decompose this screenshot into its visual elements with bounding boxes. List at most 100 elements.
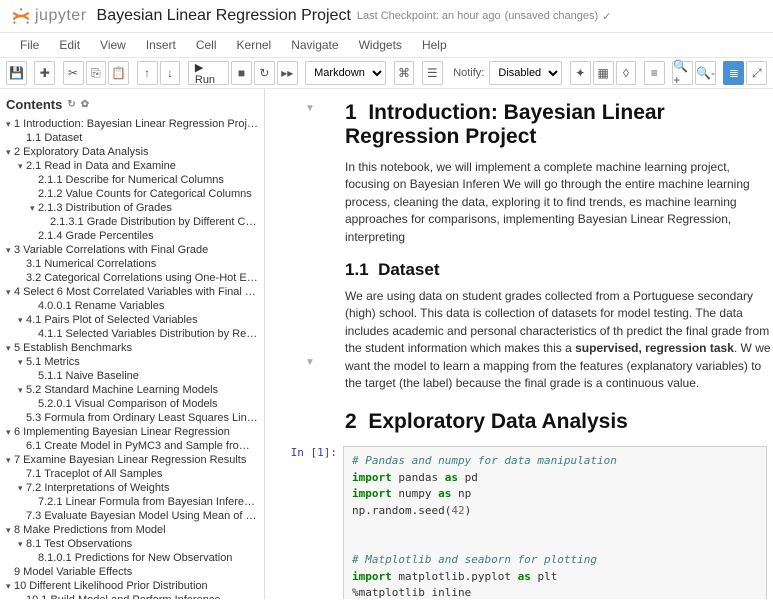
menu-insert[interactable]: Insert (136, 35, 186, 55)
restart-button[interactable]: ↻ (254, 61, 275, 85)
toc-item[interactable]: 4.0.0.1 Rename Variables (30, 299, 258, 313)
refresh-icon[interactable]: ↻ (67, 99, 75, 110)
toc-item[interactable]: 5.3 Formula from Ordinary Least Squares … (18, 411, 258, 425)
caret-icon[interactable]: ▾ (18, 483, 26, 494)
toc-item[interactable]: 7.3 Evaluate Bayesian Model Using Mean o… (18, 509, 258, 523)
add-cell-button[interactable]: ✚ (34, 61, 55, 85)
toc-item-label: 2.1.4 Grade Percentiles (38, 230, 154, 242)
toc-item[interactable]: 6.1 Create Model in PyMC3 and Sample fro… (18, 439, 258, 453)
section-heading-1-1: 1.1 Dataset (345, 260, 773, 280)
caret-icon[interactable]: ▾ (6, 245, 14, 256)
toc-item[interactable]: 2.1.3.1 Grade Distribution by Different … (42, 215, 258, 229)
toc-item[interactable]: 7.2.1 Linear Formula from Bayesian Infer… (30, 495, 258, 509)
caret-icon[interactable]: ▾ (6, 525, 14, 536)
jupyter-logo[interactable]: jupyter (10, 5, 87, 27)
restart-run-all-button[interactable]: ▸▸ (277, 61, 298, 85)
caret-icon[interactable]: ▾ (6, 455, 14, 466)
toc-item-label: 10.1 Build Model and Perform Inference (26, 594, 220, 599)
toc-item-label: 8 Make Predictions from Model (14, 524, 166, 536)
toc-item[interactable]: 10.1 Build Model and Perform Inference (18, 593, 258, 599)
stop-button[interactable]: ■ (231, 61, 252, 85)
caret-icon[interactable]: ▾ (6, 427, 14, 438)
toc-item[interactable]: 3.1 Numerical Correlations (18, 257, 258, 271)
toc-item[interactable]: ▾5.1 Metrics (18, 355, 258, 369)
menu-cell[interactable]: Cell (186, 35, 227, 55)
code-area[interactable]: # Pandas and numpy for data manipulation… (343, 446, 767, 599)
toc-item[interactable]: ▾5 Establish Benchmarks (6, 341, 258, 355)
hide-toolbar-button[interactable]: ◊ (616, 61, 637, 85)
move-up-button[interactable]: ↑ (137, 61, 158, 85)
caret-icon[interactable]: ▾ (18, 161, 26, 172)
toc-item-label: 2.1 Read in Data and Examine (26, 160, 176, 172)
jupyter-icon (10, 5, 32, 27)
menu-navigate[interactable]: Navigate (281, 35, 348, 55)
toc-item[interactable]: ▾2 Exploratory Data Analysis (6, 145, 258, 159)
caret-icon[interactable]: ▾ (30, 203, 38, 214)
command-palette-button[interactable]: ⌘ (394, 61, 415, 85)
zoom-out-button[interactable]: 🔍- (695, 61, 716, 85)
caret-icon[interactable]: ▾ (18, 315, 26, 326)
toc-item[interactable]: 3.2 Categorical Correlations using One-H… (18, 271, 258, 285)
toc-item[interactable]: 7.1 Traceplot of All Samples (18, 467, 258, 481)
run-button[interactable]: ▶ Run (188, 61, 229, 85)
caret-icon[interactable]: ▾ (18, 539, 26, 550)
toc-item[interactable]: 2.1.4 Grade Percentiles (30, 229, 258, 243)
toc-item[interactable]: ▾7.2 Interpretations of Weights (18, 481, 258, 495)
toc-item[interactable]: ▾2.1 Read in Data and Examine (18, 159, 258, 173)
menu-file[interactable]: File (10, 35, 49, 55)
menu-help[interactable]: Help (412, 35, 457, 55)
caret-icon[interactable]: ▾ (18, 357, 26, 368)
caret-icon[interactable]: ▾ (6, 147, 14, 158)
caret-icon[interactable]: ▾ (6, 581, 14, 592)
nav-button[interactable]: ✦ (570, 61, 591, 85)
move-down-button[interactable]: ↓ (160, 61, 181, 85)
notify-select[interactable]: Disabled (489, 61, 562, 85)
toc-item[interactable]: ▾4 Select 6 Most Correlated Variables wi… (6, 285, 258, 299)
gear-icon[interactable]: ✿ (81, 99, 89, 110)
code-cell[interactable]: In [1]: # Pandas and numpy for data mani… (289, 446, 773, 599)
caret-icon[interactable]: ▾ (18, 385, 26, 396)
toc-item[interactable]: 8.1.0.1 Predictions for New Observation (30, 551, 258, 565)
logo-text: jupyter (35, 7, 87, 25)
menu-kernel[interactable]: Kernel (227, 35, 282, 55)
menu-widgets[interactable]: Widgets (349, 35, 412, 55)
toc-item-label: 7 Examine Bayesian Linear Regression Res… (14, 454, 246, 466)
toc-item[interactable]: ▾1 Introduction: Bayesian Linear Regress… (6, 117, 258, 131)
notebook-title[interactable]: Bayesian Linear Regression Project (97, 7, 351, 25)
toc-item[interactable]: ▾6 Implementing Bayesian Linear Regressi… (6, 425, 258, 439)
toc-item[interactable]: ▾8 Make Predictions from Model (6, 523, 258, 537)
toc-toggle-button[interactable]: ≣ (723, 61, 744, 85)
toc-item[interactable]: ▾2.1.3 Distribution of Grades (30, 201, 258, 215)
cut-button[interactable]: ✂ (63, 61, 84, 85)
toc-item[interactable]: 1.1 Dataset (18, 131, 258, 145)
toc-item[interactable]: ▾8.1 Test Observations (18, 537, 258, 551)
collapse-arrow-icon[interactable]: ▼ (305, 103, 315, 114)
toc-item[interactable]: 2.1.2 Value Counts for Categorical Colum… (30, 187, 258, 201)
collapse-arrow-icon-2[interactable]: ▼ (305, 357, 315, 368)
toc-item[interactable]: 4.1.1 Selected Variables Distribution by… (30, 327, 258, 341)
toc-item[interactable]: 5.2.0.1 Visual Comparison of Models (30, 397, 258, 411)
toc-item[interactable]: 5.1.1 Naive Baseline (30, 369, 258, 383)
paste-button[interactable]: 📋 (108, 61, 129, 85)
toc-item[interactable]: ▾3 Variable Correlations with Final Grad… (6, 243, 258, 257)
toc-item[interactable]: 2.1.1 Describe for Numerical Columns (30, 173, 258, 187)
toc-item[interactable]: ▾4.1 Pairs Plot of Selected Variables (18, 313, 258, 327)
toc-item[interactable]: ▾7 Examine Bayesian Linear Regression Re… (6, 453, 258, 467)
vars-button[interactable]: ≡ (644, 61, 665, 85)
expand-button[interactable]: ⤢ (746, 61, 767, 85)
save-button[interactable]: 💾 (6, 61, 27, 85)
toc-item[interactable]: ▾5.2 Standard Machine Learning Models (18, 383, 258, 397)
caret-icon[interactable]: ▾ (6, 119, 14, 130)
caret-icon[interactable]: ▾ (6, 287, 14, 298)
zoom-in-button[interactable]: 🔍+ (672, 61, 693, 85)
menu-view[interactable]: View (90, 35, 136, 55)
code-content[interactable]: # Pandas and numpy for data manipulation… (344, 447, 766, 599)
menu-edit[interactable]: Edit (49, 35, 90, 55)
dashboard-button[interactable]: ▦ (593, 61, 614, 85)
celltype-select[interactable]: Markdown (305, 61, 386, 85)
toc-item[interactable]: ▾10 Different Likelihood Prior Distribut… (6, 579, 258, 593)
copy-button[interactable]: ⎘ (86, 61, 107, 85)
toc-list-button[interactable]: ☰ (422, 61, 443, 85)
toc-item[interactable]: 9 Model Variable Effects (6, 565, 258, 579)
caret-icon[interactable]: ▾ (6, 343, 14, 354)
